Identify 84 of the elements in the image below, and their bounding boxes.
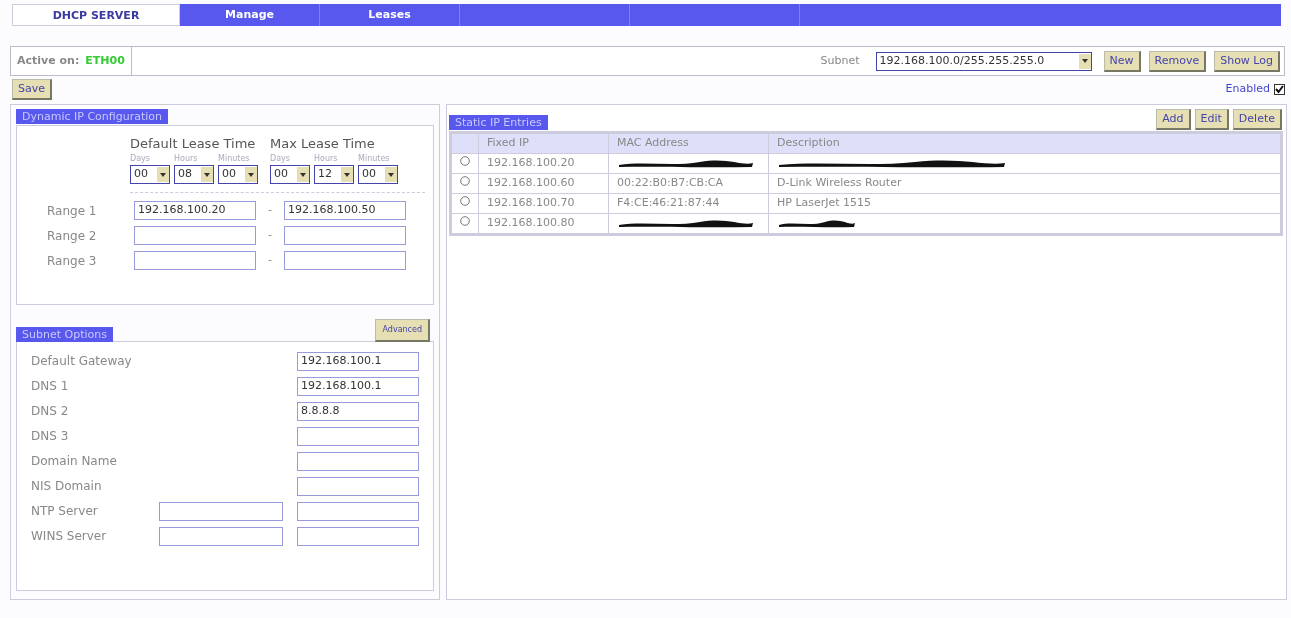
toolbar-button[interactable]: Delete bbox=[1232, 109, 1282, 130]
table-cell: 192.168.100.60 bbox=[478, 173, 609, 194]
field-label: DNS 2 bbox=[31, 403, 70, 420]
toolbar-button[interactable]: Remove bbox=[1148, 50, 1207, 72]
range-label: Range 1 bbox=[47, 202, 98, 220]
input-field[interactable] bbox=[159, 526, 283, 546]
unit-label: Hours bbox=[174, 153, 199, 165]
time-select[interactable]: 00 bbox=[358, 165, 398, 184]
radio-button[interactable] bbox=[460, 216, 470, 227]
unit-label: Minutes bbox=[218, 153, 251, 165]
input-field[interactable]: 8.8.8.8 bbox=[297, 401, 419, 421]
input-field[interactable]: 192.168.100.20 bbox=[134, 201, 256, 220]
input-field[interactable]: 192.168.100.50 bbox=[284, 201, 406, 220]
toolbar-button[interactable]: New bbox=[1103, 50, 1141, 72]
field-label: NTP Server bbox=[31, 503, 99, 520]
time-select[interactable]: 00 bbox=[130, 165, 170, 184]
toolbar-button[interactable]: Add bbox=[1156, 109, 1191, 130]
input-field[interactable]: 192.168.100.1 bbox=[297, 351, 419, 371]
table-cell: 00:22:B0:B7:CB:CA bbox=[608, 173, 769, 194]
radio-button[interactable] bbox=[460, 156, 470, 167]
time-select[interactable]: 00 bbox=[218, 165, 258, 184]
input-field[interactable] bbox=[134, 226, 256, 245]
enabled-checkbox[interactable] bbox=[1274, 84, 1285, 95]
time-select[interactable]: 00 bbox=[270, 165, 310, 184]
table-cell: D-Link Wireless Router bbox=[768, 173, 1281, 194]
dropdown-arrow-icon bbox=[300, 172, 306, 177]
table-cell: HP LaserJet 1515 bbox=[768, 193, 1281, 214]
lease-time-title: Max Lease Time bbox=[270, 134, 376, 153]
input-field[interactable] bbox=[284, 226, 406, 245]
unit-label: Minutes bbox=[358, 153, 391, 165]
enabled-label: Enabled bbox=[1225, 81, 1270, 98]
tab[interactable]: DHCP SERVER bbox=[12, 4, 180, 26]
unit-label: Days bbox=[130, 153, 151, 165]
input-field[interactable] bbox=[159, 501, 283, 521]
field-label: NIS Domain bbox=[31, 478, 103, 495]
range-label: Range 3 bbox=[47, 252, 98, 270]
input-field[interactable] bbox=[297, 426, 419, 446]
field-label: Domain Name bbox=[31, 453, 118, 470]
field-label: Default Gateway bbox=[31, 353, 133, 370]
section-title: Subnet Options bbox=[16, 326, 113, 342]
dropdown-arrow-icon bbox=[344, 172, 350, 177]
radio-button[interactable] bbox=[460, 176, 470, 187]
interface-name: ETH00 bbox=[85, 52, 125, 69]
table-cell: 192.168.100.70 bbox=[478, 193, 609, 214]
separator-text: - bbox=[267, 252, 273, 269]
dropdown-arrow-icon bbox=[248, 172, 254, 177]
input-field[interactable]: 192.168.100.1 bbox=[297, 376, 419, 396]
dropdown-arrow-icon bbox=[1081, 59, 1088, 63]
dropdown-arrow-icon bbox=[160, 172, 166, 177]
column-header: Description bbox=[768, 133, 1281, 154]
time-select[interactable]: 08 bbox=[174, 165, 214, 184]
toolbar-button[interactable]: Show Log bbox=[1214, 50, 1280, 72]
table-cell: 192.168.100.80 bbox=[478, 213, 609, 234]
unit-label: Hours bbox=[314, 153, 339, 165]
table-cell: F4:CE:46:21:87:44 bbox=[608, 193, 769, 214]
section-title: Static IP Entries bbox=[449, 115, 548, 130]
lease-time-title: Default Lease Time bbox=[130, 134, 257, 153]
dropdown-arrow-icon bbox=[204, 172, 210, 177]
input-field[interactable] bbox=[297, 526, 419, 546]
field-label: DNS 1 bbox=[31, 378, 70, 395]
input-field[interactable] bbox=[297, 451, 419, 471]
save-button[interactable]: Save bbox=[12, 79, 52, 100]
separator-text: - bbox=[267, 202, 273, 219]
column-header: MAC Address bbox=[608, 133, 769, 154]
field-label: DNS 3 bbox=[31, 428, 70, 445]
label-text: Active on: bbox=[17, 52, 80, 69]
subnet-select[interactable]: 192.168.100.0/255.255.255.0 bbox=[875, 51, 1092, 71]
field-label: WINS Server bbox=[31, 528, 108, 545]
subnet-label: Subnet bbox=[820, 52, 860, 69]
advanced-button[interactable]: Advanced bbox=[375, 318, 430, 342]
radio-button[interactable] bbox=[460, 196, 470, 207]
column-header: Fixed IP bbox=[478, 133, 609, 154]
toolbar-button[interactable]: Edit bbox=[1194, 109, 1229, 130]
unit-label: Days bbox=[270, 153, 291, 165]
input-field[interactable] bbox=[134, 251, 256, 270]
input-field[interactable] bbox=[297, 501, 419, 521]
input-field[interactable] bbox=[297, 476, 419, 496]
range-label: Range 2 bbox=[47, 227, 98, 245]
dropdown-arrow-icon bbox=[388, 172, 394, 177]
input-field[interactable] bbox=[284, 251, 406, 270]
separator-text: - bbox=[267, 227, 273, 244]
table-cell: 192.168.100.20 bbox=[478, 153, 609, 174]
section-title: Dynamic IP Configuration bbox=[16, 109, 168, 124]
time-select[interactable]: 12 bbox=[314, 165, 354, 184]
